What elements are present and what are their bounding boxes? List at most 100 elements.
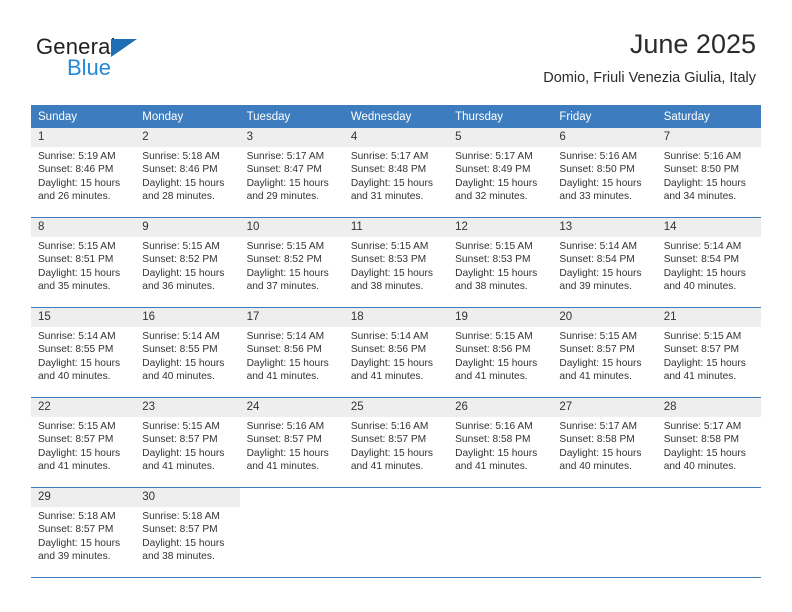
day-number: 10: [239, 218, 344, 237]
sunrise-text: Sunrise: 5:16 AM: [350, 421, 429, 432]
day-number: 28: [656, 398, 761, 417]
day-number: 13: [552, 218, 657, 237]
day-details: Sunrise: 5:15 AM Sunset: 8:57 PM Daylight:…: [657, 327, 761, 384]
daylight-text: Daylight: 15 hours and 40 minutes.: [38, 357, 121, 383]
day-cell-inner: [552, 488, 657, 577]
sunrise-text: Sunrise: 5:15 AM: [663, 331, 742, 342]
day-number: 22: [31, 398, 136, 417]
calendar-day-cell[interactable]: 2 Sunrise: 5:18 AM Sunset: 8:46 PM Daylight…: [135, 128, 240, 218]
day-details: Sunrise: 5:15 AM Sunset: 8:53 PM Daylight:…: [344, 237, 448, 294]
sunrise-text: Sunrise: 5:18 AM: [142, 151, 220, 162]
calendar-table: Sunday Monday Tuesday Wednesday Thursday Frid…: [31, 105, 761, 578]
day-cell-inner: 20 Sunrise: 5:15 AM Sunset: 8:57 PM Dayligh…: [552, 308, 657, 397]
calendar-day-cell[interactable]: 15 Sunrise: 5:14 AM Sunset: 8:55 PM Dayligh…: [31, 307, 136, 398]
day-cell-inner: 19 Sunrise: 5:15 AM Sunset: 8:56 PM Dayligh…: [448, 308, 553, 397]
sunset-text: Sunset: 8:46 PM: [38, 164, 114, 176]
sunset-text: Sunset: 8:57 PM: [38, 434, 114, 446]
logo-text-blue: Blue: [67, 55, 112, 80]
daylight-text: Daylight: 15 hours and 33 minutes.: [559, 177, 642, 203]
day-details: Sunrise: 5:14 AM Sunset: 8:55 PM Daylight:…: [31, 327, 135, 384]
location-subtitle: Domio, Friuli Venezia Giulia, Italy: [543, 70, 756, 86]
calendar-day-cell[interactable]: 7 Sunrise: 5:16 AM Sunset: 8:50 PM Daylight…: [656, 128, 761, 218]
sunset-text: Sunset: 8:56 PM: [350, 344, 427, 356]
sunrise-text: Sunrise: 5:14 AM: [663, 241, 742, 252]
calendar-day-cell[interactable]: 12 Sunrise: 5:15 AM Sunset: 8:53 PM Dayligh…: [448, 217, 553, 308]
daylight-text: Daylight: 15 hours and 41 minutes.: [350, 357, 433, 383]
day-details: Sunrise: 5:17 AM Sunset: 8:58 PM Daylight:…: [657, 417, 761, 474]
day-details: Sunrise: 5:16 AM Sunset: 8:50 PM Daylight:…: [552, 147, 656, 204]
day-cell-inner: 7 Sunrise: 5:16 AM Sunset: 8:50 PM Daylight…: [656, 128, 761, 217]
daylight-text: Daylight: 15 hours and 41 minutes.: [455, 357, 538, 383]
sunrise-text: Sunrise: 5:17 AM: [455, 151, 533, 162]
calendar-day-cell[interactable]: 27 Sunrise: 5:17 AM Sunset: 8:58 PM Dayligh…: [552, 397, 657, 488]
daylight-text: Daylight: 15 hours and 29 minutes.: [246, 177, 329, 203]
calendar-day-cell[interactable]: 30 Sunrise: 5:18 AM Sunset: 8:57 PM Dayligh…: [135, 487, 240, 578]
day-details: Sunrise: 5:17 AM Sunset: 8:47 PM Daylight:…: [240, 147, 344, 204]
calendar-day-cell[interactable]: 20 Sunrise: 5:15 AM Sunset: 8:57 PM Dayligh…: [552, 307, 657, 398]
sunrise-text: Sunrise: 5:16 AM: [246, 421, 325, 432]
daylight-text: Daylight: 15 hours and 26 minutes.: [38, 177, 121, 203]
calendar-day-cell[interactable]: 21 Sunrise: 5:15 AM Sunset: 8:57 PM Dayligh…: [656, 307, 761, 398]
calendar-day-cell[interactable]: 6 Sunrise: 5:16 AM Sunset: 8:50 PM Daylight…: [552, 128, 657, 218]
calendar-day-cell-empty: [656, 487, 761, 578]
daylight-text: Daylight: 15 hours and 41 minutes.: [246, 357, 329, 383]
calendar-day-cell[interactable]: 3 Sunrise: 5:17 AM Sunset: 8:47 PM Daylight…: [239, 128, 344, 218]
day-number: 30: [135, 488, 240, 507]
calendar-day-cell[interactable]: 9 Sunrise: 5:15 AM Sunset: 8:52 PM Daylight…: [135, 217, 240, 308]
calendar-week-row: 29 Sunrise: 5:18 AM Sunset: 8:57 PM Dayligh…: [31, 487, 761, 578]
calendar-day-cell[interactable]: 19 Sunrise: 5:15 AM Sunset: 8:56 PM Dayligh…: [448, 307, 553, 398]
calendar-day-cell[interactable]: 28 Sunrise: 5:17 AM Sunset: 8:58 PM Dayligh…: [656, 397, 761, 488]
sunrise-text: Sunrise: 5:15 AM: [455, 241, 533, 252]
day-details: Sunrise: 5:15 AM Sunset: 8:57 PM Daylight:…: [135, 417, 239, 474]
day-details: Sunrise: 5:18 AM Sunset: 8:57 PM Daylight:…: [31, 507, 135, 564]
day-cell-inner: 14 Sunrise: 5:14 AM Sunset: 8:54 PM Dayligh…: [656, 218, 761, 307]
sunrise-text: Sunrise: 5:17 AM: [559, 421, 637, 432]
sunset-text: Sunset: 8:47 PM: [246, 164, 322, 176]
daylight-text: Daylight: 15 hours and 40 minutes.: [663, 267, 746, 293]
calendar-day-cell[interactable]: 13 Sunrise: 5:14 AM Sunset: 8:54 PM Dayligh…: [552, 217, 657, 308]
sunrise-text: Sunrise: 5:16 AM: [663, 151, 742, 162]
calendar-day-cell[interactable]: 18 Sunrise: 5:14 AM Sunset: 8:56 PM Dayligh…: [343, 307, 449, 398]
calendar-day-cell[interactable]: 11 Sunrise: 5:15 AM Sunset: 8:53 PM Dayligh…: [343, 217, 449, 308]
calendar-day-cell[interactable]: 23 Sunrise: 5:15 AM Sunset: 8:57 PM Dayligh…: [135, 397, 240, 488]
sunrise-text: Sunrise: 5:17 AM: [350, 151, 429, 162]
calendar-day-cell[interactable]: 10 Sunrise: 5:15 AM Sunset: 8:52 PM Dayligh…: [239, 217, 344, 308]
calendar-header-row: Sunday Monday Tuesday Wednesday Thursday Frid…: [31, 105, 761, 128]
day-cell-inner: 10 Sunrise: 5:15 AM Sunset: 8:52 PM Dayligh…: [239, 218, 344, 307]
day-number: 17: [239, 308, 344, 327]
calendar-day-cell[interactable]: 24 Sunrise: 5:16 AM Sunset: 8:57 PM Dayligh…: [239, 397, 344, 488]
sunset-text: Sunset: 8:53 PM: [350, 254, 427, 266]
daylight-text: Daylight: 15 hours and 38 minutes.: [350, 267, 433, 293]
calendar-day-cell[interactable]: 8 Sunrise: 5:15 AM Sunset: 8:51 PM Daylight…: [31, 217, 136, 308]
sunset-text: Sunset: 8:54 PM: [663, 254, 740, 266]
calendar-day-cell[interactable]: 1 Sunrise: 5:19 AM Sunset: 8:46 PM Daylight…: [31, 128, 136, 218]
day-cell-inner: 23 Sunrise: 5:15 AM Sunset: 8:57 PM Dayligh…: [135, 398, 240, 487]
sunset-text: Sunset: 8:49 PM: [455, 164, 531, 176]
day-cell-inner: 16 Sunrise: 5:14 AM Sunset: 8:55 PM Dayligh…: [135, 308, 240, 397]
calendar-day-cell[interactable]: 17 Sunrise: 5:14 AM Sunset: 8:56 PM Dayligh…: [239, 307, 344, 398]
day-details: Sunrise: 5:15 AM Sunset: 8:51 PM Daylight:…: [31, 237, 135, 294]
calendar-day-cell[interactable]: 22 Sunrise: 5:15 AM Sunset: 8:57 PM Dayligh…: [31, 397, 136, 488]
calendar-day-cell[interactable]: 16 Sunrise: 5:14 AM Sunset: 8:55 PM Dayligh…: [135, 307, 240, 398]
day-number: 15: [31, 308, 136, 327]
calendar-day-cell[interactable]: 26 Sunrise: 5:16 AM Sunset: 8:58 PM Dayligh…: [448, 397, 553, 488]
calendar-day-cell[interactable]: 14 Sunrise: 5:14 AM Sunset: 8:54 PM Dayligh…: [656, 217, 761, 308]
sunset-text: Sunset: 8:48 PM: [350, 164, 427, 176]
daylight-text: Daylight: 15 hours and 32 minutes.: [455, 177, 538, 203]
day-number: 26: [448, 398, 553, 417]
calendar-day-cell[interactable]: 29 Sunrise: 5:18 AM Sunset: 8:57 PM Dayligh…: [31, 487, 136, 578]
day-details: Sunrise: 5:16 AM Sunset: 8:58 PM Daylight:…: [448, 417, 552, 474]
calendar-day-cell[interactable]: 4 Sunrise: 5:17 AM Sunset: 8:48 PM Daylight…: [343, 128, 449, 218]
daylight-text: Daylight: 15 hours and 38 minutes.: [455, 267, 538, 293]
day-number: 29: [31, 488, 136, 507]
day-number: [656, 488, 761, 507]
daylight-text: Daylight: 15 hours and 41 minutes.: [663, 357, 746, 383]
calendar-day-cell[interactable]: 5 Sunrise: 5:17 AM Sunset: 8:49 PM Daylight…: [448, 128, 553, 218]
day-number: 1: [31, 128, 136, 147]
day-details: Sunrise: 5:18 AM Sunset: 8:57 PM Daylight:…: [135, 507, 239, 564]
daylight-text: Daylight: 15 hours and 39 minutes.: [38, 537, 121, 563]
day-details: Sunrise: 5:14 AM Sunset: 8:55 PM Daylight:…: [135, 327, 239, 384]
sunrise-text: Sunrise: 5:14 AM: [38, 331, 116, 342]
calendar-day-cell[interactable]: 25 Sunrise: 5:16 AM Sunset: 8:57 PM Dayligh…: [343, 397, 449, 488]
sunset-text: Sunset: 8:53 PM: [455, 254, 531, 266]
